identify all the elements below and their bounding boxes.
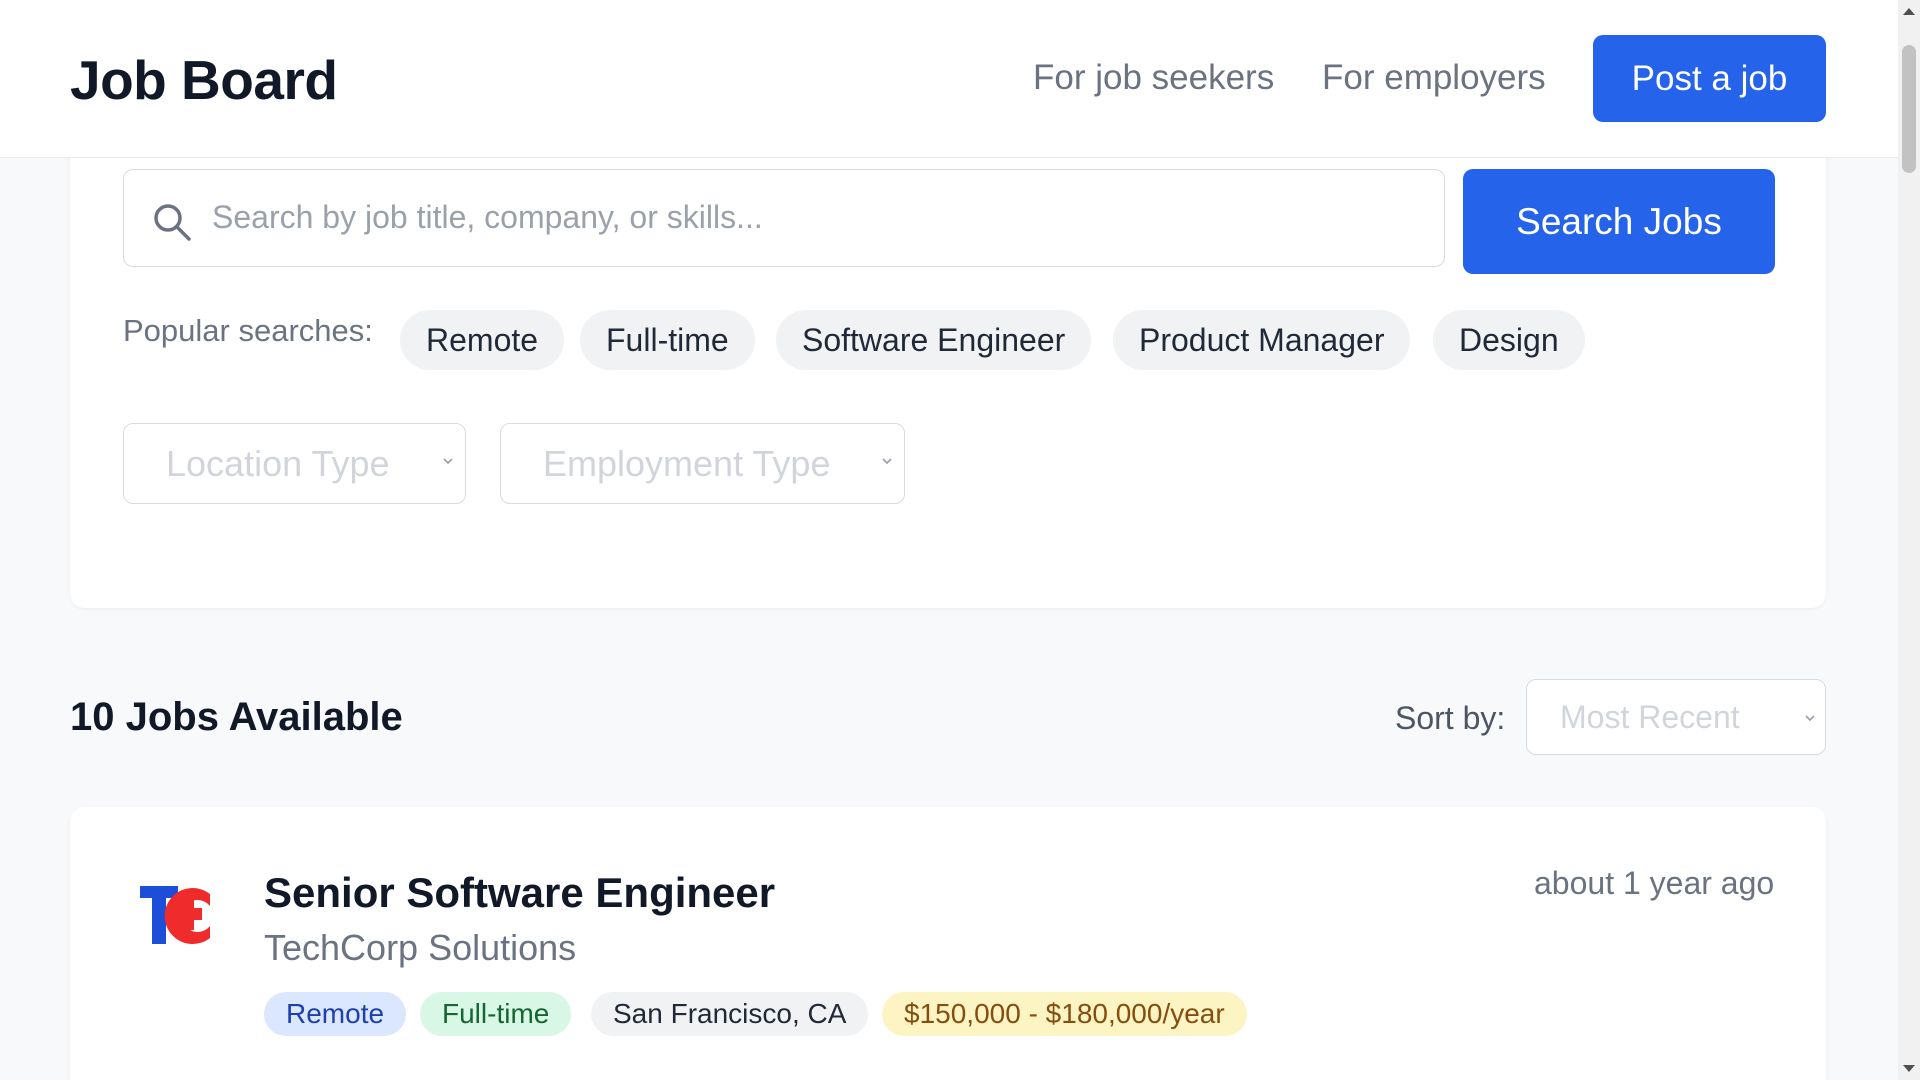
job-posted-time: about 1 year ago [1534, 865, 1775, 901]
chevron-down-icon [882, 458, 892, 465]
job-tag-location: San Francisco, CA [591, 992, 869, 1036]
techcorp-logo-icon [140, 886, 210, 944]
search-box[interactable] [123, 169, 1445, 267]
top-header: Job Board For job seekers For employers … [0, 0, 1898, 158]
popular-chip-full-time[interactable]: Full-time [580, 310, 755, 370]
location-type-select[interactable]: Location Type [123, 423, 466, 504]
search-jobs-button[interactable]: Search Jobs [1463, 169, 1775, 274]
job-title[interactable]: Senior Software Engineer [264, 869, 775, 917]
vertical-scrollbar[interactable] [1898, 0, 1920, 1080]
popular-chip-design[interactable]: Design [1433, 310, 1585, 370]
sort-label: Sort by: [1395, 700, 1506, 736]
employment-type-select[interactable]: Employment Type [500, 423, 905, 504]
job-card[interactable]: Senior Software Engineer TechCorp Soluti… [70, 807, 1826, 1080]
job-tag-location-type: Remote [264, 992, 407, 1036]
nav-for-employers[interactable]: For employers [1322, 58, 1546, 98]
chevron-down-icon [1805, 715, 1815, 722]
results-count: 10 Jobs Available [70, 695, 403, 739]
search-panel: Search Jobs Popular searches: Remote Ful… [70, 150, 1826, 608]
employment-type-value: Employment Type [543, 442, 831, 484]
search-icon [154, 204, 191, 241]
location-type-value: Location Type [166, 442, 390, 484]
scrollbar-thumb[interactable] [1902, 45, 1916, 173]
scroll-down-arrow-icon[interactable] [1902, 1064, 1916, 1074]
job-tag-salary: $150,000 - $180,000/year [882, 992, 1247, 1036]
popular-chip-remote[interactable]: Remote [400, 310, 565, 370]
job-tag-employment-type: Full-time [420, 992, 572, 1036]
chevron-down-icon [443, 458, 453, 465]
sort-select[interactable]: Most Recent [1526, 679, 1826, 755]
job-company: TechCorp Solutions [264, 927, 577, 968]
scroll-up-arrow-icon[interactable] [1902, 6, 1916, 16]
post-a-job-button[interactable]: Post a job [1593, 35, 1826, 122]
popular-searches-label: Popular searches: [123, 313, 373, 348]
search-input[interactable] [212, 170, 1432, 265]
sort-value: Most Recent [1560, 698, 1740, 735]
nav-for-job-seekers[interactable]: For job seekers [1033, 58, 1274, 98]
site-logo[interactable]: Job Board [70, 48, 338, 112]
popular-chip-product-manager[interactable]: Product Manager [1113, 310, 1411, 370]
popular-chip-software-engineer[interactable]: Software Engineer [776, 310, 1092, 370]
